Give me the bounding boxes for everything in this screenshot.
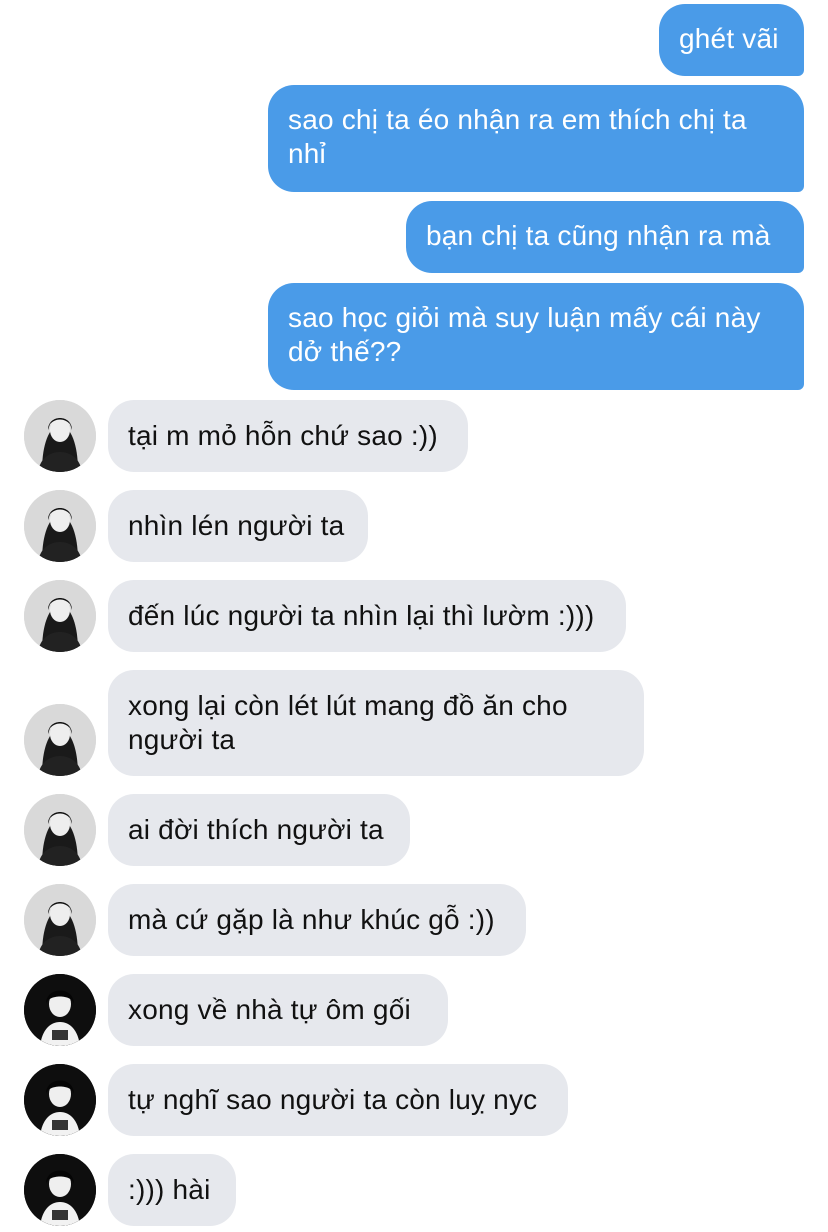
profile-photo-long-hair-icon bbox=[24, 884, 96, 956]
received-message-text: nhìn lén người ta bbox=[128, 510, 345, 541]
received-message-4[interactable]: xong lại còn lét lút mang đồ ăn cho ngườ… bbox=[108, 670, 644, 776]
received-message-5[interactable]: ai đời thích người ta bbox=[108, 794, 410, 866]
received-message-text: tự nghĩ sao người ta còn luỵ nyc bbox=[128, 1084, 538, 1115]
sender-avatar[interactable] bbox=[24, 400, 96, 472]
sent-message-4[interactable]: sao học giỏi mà suy luận mấy cái này dở … bbox=[268, 283, 804, 390]
profile-photo-long-hair-icon bbox=[24, 704, 96, 776]
sent-message-1[interactable]: ghét vãi bbox=[659, 4, 804, 76]
sent-message-text: bạn chị ta cũng nhận ra mà bbox=[426, 220, 771, 251]
profile-photo-long-hair-icon bbox=[24, 400, 96, 472]
sender-avatar[interactable] bbox=[24, 794, 96, 866]
sender-avatar[interactable] bbox=[24, 704, 96, 776]
received-message-2[interactable]: nhìn lén người ta bbox=[108, 490, 368, 562]
profile-photo-portrait-icon bbox=[24, 1154, 96, 1226]
sent-message-text: sao học giỏi mà suy luận mấy cái này dở … bbox=[288, 302, 761, 367]
sent-message-text: ghét vãi bbox=[679, 23, 779, 54]
received-message-text: xong lại còn lét lút mang đồ ăn cho ngườ… bbox=[128, 690, 568, 755]
received-message-1[interactable]: tại m mỏ hỗn chứ sao :)) bbox=[108, 400, 468, 472]
received-message-8[interactable]: tự nghĩ sao người ta còn luỵ nyc bbox=[108, 1064, 568, 1136]
received-message-text: tại m mỏ hỗn chứ sao :)) bbox=[128, 420, 438, 451]
received-message-text: đến lúc người ta nhìn lại thì lườm :))) bbox=[128, 600, 595, 631]
sender-avatar[interactable] bbox=[24, 1064, 96, 1136]
received-message-text: xong về nhà tự ôm gối bbox=[128, 994, 411, 1025]
received-message-text: ai đời thích người ta bbox=[128, 814, 384, 845]
sent-message-3[interactable]: bạn chị ta cũng nhận ra mà bbox=[406, 201, 804, 273]
chat-screen: { "conversation": { "sent": [ {"text": "… bbox=[0, 0, 828, 1232]
profile-photo-portrait-icon bbox=[24, 1064, 96, 1136]
sent-message-text: sao chị ta éo nhận ra em thích chị ta nh… bbox=[288, 104, 747, 169]
sender-avatar[interactable] bbox=[24, 1154, 96, 1226]
sender-avatar[interactable] bbox=[24, 490, 96, 562]
received-message-text: :))) hài bbox=[128, 1174, 211, 1205]
received-message-6[interactable]: mà cứ gặp là như khúc gỗ :)) bbox=[108, 884, 526, 956]
sender-avatar[interactable] bbox=[24, 974, 96, 1046]
profile-photo-long-hair-icon bbox=[24, 794, 96, 866]
sender-avatar[interactable] bbox=[24, 884, 96, 956]
received-message-7[interactable]: xong về nhà tự ôm gối bbox=[108, 974, 448, 1046]
sent-message-2[interactable]: sao chị ta éo nhận ra em thích chị ta nh… bbox=[268, 85, 804, 192]
sender-avatar[interactable] bbox=[24, 580, 96, 652]
received-message-9[interactable]: :))) hài bbox=[108, 1154, 236, 1226]
received-message-text: mà cứ gặp là như khúc gỗ :)) bbox=[128, 904, 495, 935]
profile-photo-portrait-icon bbox=[24, 974, 96, 1046]
profile-photo-long-hair-icon bbox=[24, 490, 96, 562]
profile-photo-long-hair-icon bbox=[24, 580, 96, 652]
received-message-3[interactable]: đến lúc người ta nhìn lại thì lườm :))) bbox=[108, 580, 626, 652]
